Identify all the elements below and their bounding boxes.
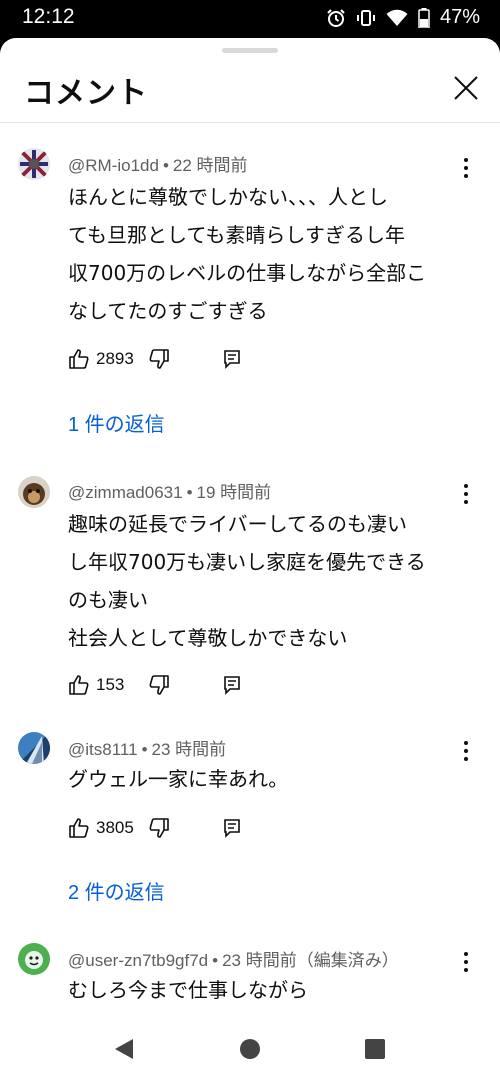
comment-actions: 153 <box>68 671 242 699</box>
thumb-up-icon <box>69 818 89 838</box>
comment-text: ほんとに尊敬でしかない、、、人とし ても旦那としても素晴らしすぎるし年 収700… <box>68 185 427 323</box>
comment-text: グウェル一家に幸あれ。 <box>68 767 289 791</box>
avatar[interactable] <box>18 476 50 508</box>
like-button[interactable]: 3805 <box>68 817 134 839</box>
view-replies-link[interactable]: 2 件の返信 <box>68 876 165 905</box>
avatar[interactable] <box>18 148 50 180</box>
avatar[interactable] <box>18 732 50 764</box>
thumb-down-icon[interactable] <box>148 817 170 839</box>
comment-actions: 2893 <box>68 345 242 373</box>
reply-icon[interactable] <box>222 349 242 369</box>
status-icons: 47% <box>326 6 480 29</box>
comment-time: 22 時間前 <box>172 156 248 175</box>
comment-author[interactable]: @RM-io1dd <box>68 156 159 175</box>
more-options-icon[interactable] <box>456 482 476 506</box>
thumb-down-icon[interactable] <box>148 674 170 696</box>
drag-handle[interactable] <box>222 48 278 53</box>
reply-icon[interactable] <box>222 675 242 695</box>
comment-meta: @zimmad0631 • 19 時間前 <box>68 483 272 502</box>
home-icon[interactable] <box>239 1037 261 1061</box>
alarm-icon <box>327 8 345 27</box>
avatar[interactable] <box>18 943 50 975</box>
comment-meta: @RM-io1dd • 22 時間前 <box>68 156 248 175</box>
comment-time: 19 時間前 <box>196 483 272 502</box>
like-count: 3805 <box>96 818 134 837</box>
thumb-down-icon[interactable] <box>148 348 170 370</box>
comment-author[interactable]: @zimmad0631 <box>68 483 183 502</box>
like-count: 153 <box>96 675 125 694</box>
vibrate-icon <box>356 9 375 26</box>
comment-text: むしろ今まで仕事しながら <box>68 978 308 1002</box>
battery-icon <box>418 7 430 28</box>
view-replies-link[interactable]: 1 件の返信 <box>68 408 165 437</box>
comment-author[interactable]: @user-zn7tb9gf7d <box>68 951 208 970</box>
close-icon[interactable] <box>450 72 482 104</box>
back-icon[interactable] <box>113 1037 135 1061</box>
status-bar: 12:12 47% <box>0 0 500 36</box>
reply-icon[interactable] <box>222 818 242 838</box>
like-button[interactable]: 153 <box>68 674 124 696</box>
comment-actions: 3805 <box>68 814 242 842</box>
sheet-title: コメント <box>24 76 148 111</box>
like-button[interactable]: 2893 <box>68 348 134 370</box>
status-time: 12:12 <box>22 5 75 28</box>
comment-meta: @its8111 • 23 時間前 <box>68 740 227 759</box>
like-count: 2893 <box>96 349 134 368</box>
system-nav-bar <box>0 1015 500 1083</box>
thumb-up-icon <box>69 675 89 695</box>
comment-author[interactable]: @its8111 <box>68 740 138 759</box>
recents-icon[interactable] <box>364 1037 386 1061</box>
header-divider <box>0 122 500 123</box>
thumb-up-icon <box>69 349 89 369</box>
comment-text: 趣味の延長でライバーしてるのも凄い し年収700万も凄いし家庭を優先できる のも… <box>68 512 426 650</box>
comment-time: 23 時間前 <box>151 740 227 759</box>
more-options-icon[interactable] <box>456 156 476 180</box>
wifi-icon <box>386 9 408 26</box>
comment-time: 23 時間前（編集済み） <box>222 951 399 970</box>
comments-sheet: コメント @RM-io1dd • 22 時間前 ほんとに尊敬でしかない、、、人とし … <box>0 38 500 1015</box>
comment-meta: @user-zn7tb9gf7d • 23 時間前（編集済み） <box>68 951 399 970</box>
battery-percent: 47% <box>439 6 480 28</box>
